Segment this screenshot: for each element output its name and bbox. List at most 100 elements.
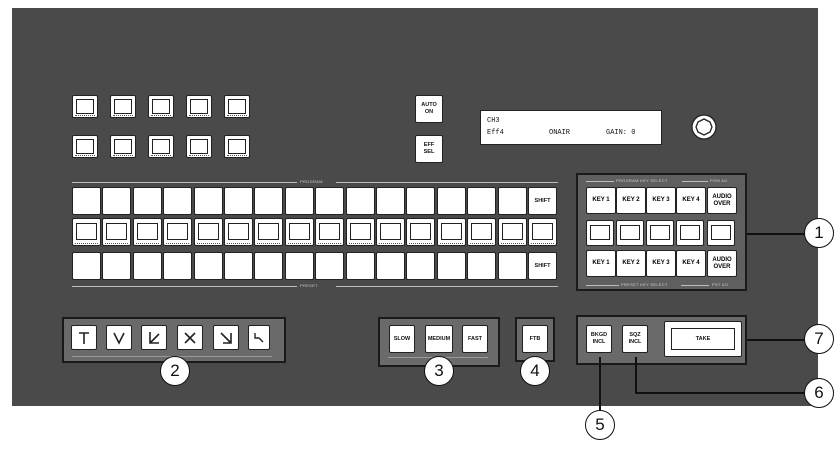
source-indicator[interactable] bbox=[193, 218, 223, 246]
program-rule-right bbox=[336, 182, 558, 183]
key-indicator[interactable] bbox=[676, 220, 704, 246]
program-source-button[interactable] bbox=[193, 187, 223, 215]
source-indicator[interactable] bbox=[102, 218, 132, 246]
transition-diagonal-button[interactable] bbox=[213, 325, 239, 350]
program-key-4-button[interactable]: KEY 4 bbox=[676, 187, 706, 214]
callout-7-line bbox=[747, 339, 804, 341]
preset-key-1-button[interactable]: KEY 1 bbox=[586, 250, 616, 277]
key-rule-4 bbox=[681, 285, 709, 286]
program-source-button[interactable] bbox=[254, 187, 284, 215]
transition-corner-button[interactable] bbox=[141, 325, 167, 350]
preset-source-button[interactable] bbox=[254, 252, 284, 280]
adjust-knob-icon[interactable] bbox=[690, 113, 718, 141]
key-indicator[interactable] bbox=[616, 220, 644, 246]
preset-key-4-button[interactable]: KEY 4 bbox=[676, 250, 706, 277]
custom-control-button[interactable] bbox=[148, 135, 174, 158]
custom-control-button[interactable] bbox=[110, 95, 136, 118]
program-source-button[interactable] bbox=[102, 187, 132, 215]
program-source-button[interactable] bbox=[315, 187, 345, 215]
source-indicator[interactable] bbox=[376, 218, 405, 246]
take-label: TAKE bbox=[671, 328, 735, 350]
transition-cut-button[interactable] bbox=[71, 325, 97, 350]
program-key-2-button[interactable]: KEY 2 bbox=[616, 187, 646, 214]
preset-source-button[interactable] bbox=[467, 252, 497, 280]
source-indicator[interactable] bbox=[254, 218, 284, 246]
preset-source-button[interactable] bbox=[284, 252, 314, 280]
program-key-3-button[interactable]: KEY 3 bbox=[646, 187, 676, 214]
custom-control-button[interactable] bbox=[72, 135, 98, 158]
rate-slow-button[interactable]: SLOW bbox=[389, 325, 415, 353]
program-source-button[interactable] bbox=[345, 187, 375, 215]
transition-v-button[interactable] bbox=[106, 325, 132, 350]
preset-source-button[interactable] bbox=[132, 252, 162, 280]
eff-sel-button[interactable]: EFF SEL bbox=[415, 135, 443, 163]
preset-source-button[interactable] bbox=[102, 252, 132, 280]
rate-fast-button[interactable]: FAST bbox=[462, 325, 488, 353]
preset-source-button[interactable] bbox=[376, 252, 405, 280]
key-indicator[interactable] bbox=[707, 220, 735, 246]
key-indicator[interactable] bbox=[586, 220, 614, 246]
transition-custom-button[interactable] bbox=[248, 325, 270, 350]
program-shift-button[interactable]: SHIFT bbox=[528, 187, 557, 215]
source-indicator[interactable] bbox=[497, 218, 527, 246]
custom-control-button[interactable] bbox=[186, 95, 212, 118]
program-source-button[interactable] bbox=[72, 187, 101, 215]
pgm-ao-label: PGM AO bbox=[710, 178, 728, 183]
sqz-incl-button[interactable]: SQZ INCL bbox=[622, 325, 648, 353]
program-key-1-button[interactable]: KEY 1 bbox=[586, 187, 616, 214]
custom-control-button[interactable] bbox=[148, 95, 174, 118]
program-source-button[interactable] bbox=[436, 187, 466, 215]
preset-source-button[interactable] bbox=[497, 252, 527, 280]
preset-source-button[interactable] bbox=[224, 252, 253, 280]
source-indicator[interactable] bbox=[163, 218, 193, 246]
preset-audio-over-button[interactable]: AUDIO OVER bbox=[707, 250, 737, 277]
program-key-select-label: PROGRAM KEY SELECT bbox=[616, 178, 668, 183]
custom-control-button[interactable] bbox=[186, 135, 212, 158]
preset-source-button[interactable] bbox=[193, 252, 223, 280]
program-source-button[interactable] bbox=[376, 187, 405, 215]
source-indicator[interactable] bbox=[406, 218, 436, 246]
custom-control-button[interactable] bbox=[110, 135, 136, 158]
source-indicator[interactable] bbox=[72, 218, 101, 246]
program-audio-over-button[interactable]: AUDIO OVER bbox=[707, 187, 737, 214]
custom-control-button[interactable] bbox=[224, 135, 250, 158]
program-source-button[interactable] bbox=[497, 187, 527, 215]
key-indicator[interactable] bbox=[646, 220, 674, 246]
preset-source-button[interactable] bbox=[315, 252, 345, 280]
bkgd-incl-button[interactable]: BKGD INCL bbox=[586, 325, 612, 353]
program-source-button[interactable] bbox=[224, 187, 253, 215]
program-source-button[interactable] bbox=[406, 187, 436, 215]
display-line-1: CH3 bbox=[487, 117, 500, 125]
rate-medium-button[interactable]: MEDIUM bbox=[425, 325, 453, 353]
source-indicator[interactable] bbox=[528, 218, 557, 246]
cut-transition-icon bbox=[79, 331, 89, 344]
auto-on-button[interactable]: AUTO ON bbox=[415, 95, 443, 123]
ftb-button[interactable]: FTB bbox=[522, 325, 548, 353]
preset-source-button[interactable] bbox=[163, 252, 193, 280]
transition-cross-button[interactable] bbox=[177, 325, 203, 350]
source-indicator[interactable] bbox=[284, 218, 314, 246]
take-button[interactable]: TAKE bbox=[664, 321, 742, 357]
preset-source-button[interactable] bbox=[406, 252, 436, 280]
cross-wipe-icon bbox=[184, 331, 196, 344]
preset-source-button[interactable] bbox=[72, 252, 101, 280]
preset-source-button[interactable] bbox=[436, 252, 466, 280]
program-source-button[interactable] bbox=[132, 187, 162, 215]
program-source-button[interactable] bbox=[284, 187, 314, 215]
program-source-button[interactable] bbox=[467, 187, 497, 215]
source-indicator[interactable] bbox=[436, 218, 466, 246]
preset-source-button[interactable] bbox=[345, 252, 375, 280]
source-indicator[interactable] bbox=[132, 218, 162, 246]
source-indicator[interactable] bbox=[345, 218, 375, 246]
source-indicator[interactable] bbox=[467, 218, 497, 246]
preset-key-3-button[interactable]: KEY 3 bbox=[646, 250, 676, 277]
custom-control-button[interactable] bbox=[72, 95, 98, 118]
program-source-button[interactable] bbox=[163, 187, 193, 215]
preset-key-2-button[interactable]: KEY 2 bbox=[616, 250, 646, 277]
display-onair: ONAIR bbox=[549, 129, 571, 137]
preset-shift-button[interactable]: SHIFT bbox=[528, 252, 557, 280]
custom-control-button[interactable] bbox=[224, 95, 250, 118]
preset-rule-left bbox=[72, 286, 297, 287]
source-indicator[interactable] bbox=[315, 218, 345, 246]
source-indicator[interactable] bbox=[224, 218, 253, 246]
